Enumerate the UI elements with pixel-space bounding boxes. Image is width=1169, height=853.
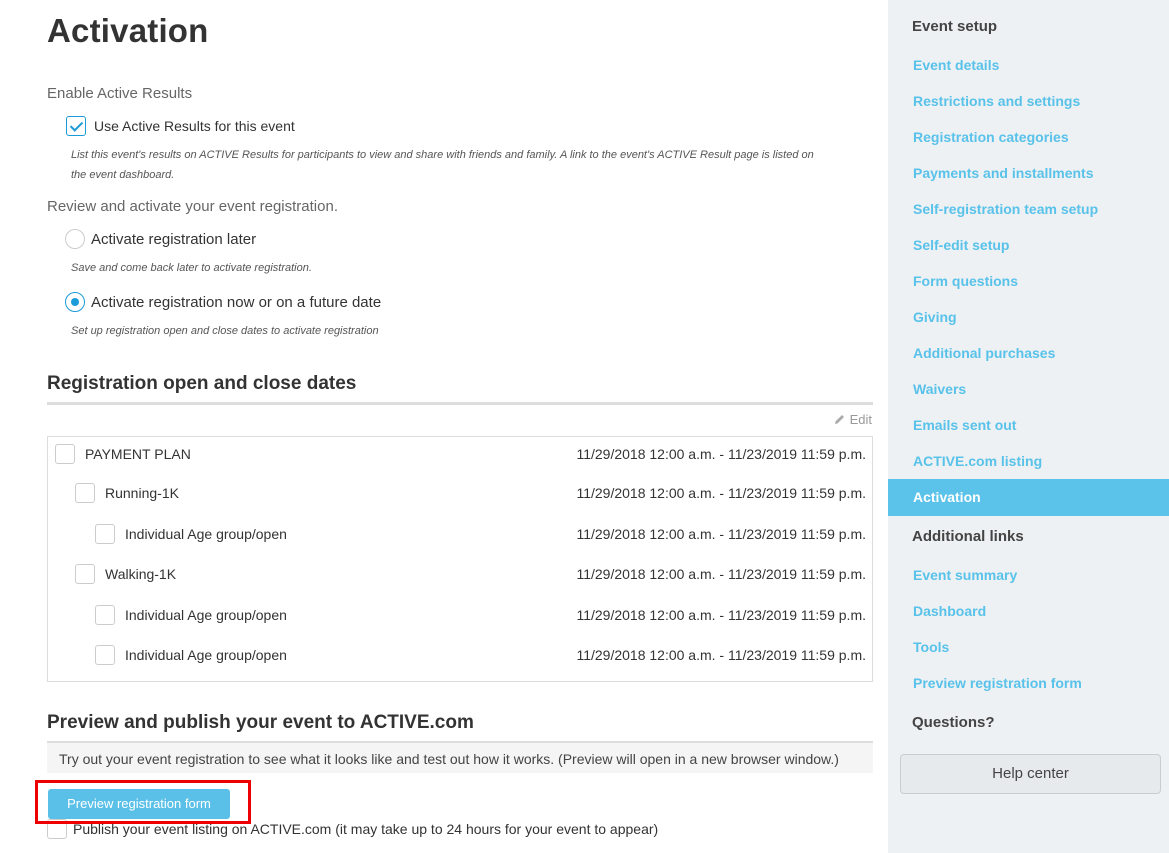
table-row: Individual Age group/open 11/29/2018 12:… <box>48 520 872 548</box>
radio-activate-now-label: Activate registration now or on a future… <box>91 293 382 311</box>
radio-activate-now-button[interactable] <box>65 292 85 312</box>
edit-label: Edit <box>849 412 872 427</box>
pencil-icon <box>834 415 844 424</box>
sidebar-item-restrictions[interactable]: Restrictions and settings <box>913 93 1080 109</box>
activate-now-help: Set up registration open and close dates… <box>71 325 379 337</box>
table-row: PAYMENT PLAN 11/29/2018 12:00 a.m. - 11/… <box>48 440 872 468</box>
sidebar-item-event-summary[interactable]: Event summary <box>913 567 1017 583</box>
row-date-range: 11/29/2018 12:00 a.m. - 11/23/2019 11:59… <box>576 526 866 542</box>
highlight-box <box>35 780 251 824</box>
dates-heading: Registration open and close dates <box>47 373 357 394</box>
row-checkbox[interactable] <box>75 483 95 503</box>
active-results-help-line-2: the event dashboard. <box>71 169 175 181</box>
sidebar-item-team-setup[interactable]: Self-registration team setup <box>913 201 1098 217</box>
row-date-range: 11/29/2018 12:00 a.m. - 11/23/2019 11:59… <box>576 647 866 663</box>
row-name: Individual Age group/open <box>125 647 287 663</box>
row-name: PAYMENT PLAN <box>85 446 191 462</box>
sidebar-item-dashboard[interactable]: Dashboard <box>913 603 986 619</box>
row-date-range: 11/29/2018 12:00 a.m. - 11/23/2019 11:59… <box>576 607 866 623</box>
sidebar-item-event-details[interactable]: Event details <box>913 57 999 73</box>
row-checkbox[interactable] <box>95 524 115 544</box>
sidebar-item-activation[interactable]: Activation <box>888 479 1169 516</box>
sidebar-heading-event-setup: Event setup <box>912 18 998 35</box>
help-center-button[interactable]: Help center <box>900 754 1161 794</box>
sidebar-item-waivers[interactable]: Waivers <box>913 381 966 397</box>
row-name: Individual Age group/open <box>125 607 287 623</box>
radio-activate-now[interactable]: Activate registration now or on a future… <box>65 292 381 312</box>
sidebar-item-emails[interactable]: Emails sent out <box>913 417 1016 433</box>
sidebar-item-registration-categories[interactable]: Registration categories <box>913 129 1069 145</box>
radio-activate-later-button[interactable] <box>65 229 85 249</box>
table-row: Running-1K 11/29/2018 12:00 a.m. - 11/23… <box>48 479 872 507</box>
edit-dates-link[interactable]: Edit <box>833 412 872 427</box>
sidebar-item-activation-label: Activation <box>913 489 981 505</box>
dates-divider <box>47 402 873 405</box>
table-row: Walking-1K 11/29/2018 12:00 a.m. - 11/23… <box>48 560 872 588</box>
publish-heading: Preview and publish your event to ACTIVE… <box>47 712 474 733</box>
sidebar-item-giving[interactable]: Giving <box>913 309 957 325</box>
active-results-option[interactable]: Use Active Results for this event <box>66 116 295 136</box>
preview-note: Try out your event registration to see w… <box>47 743 873 773</box>
sidebar-heading-additional-links: Additional links <box>912 528 1024 545</box>
row-checkbox[interactable] <box>95 605 115 625</box>
radio-activate-later-label: Activate registration later <box>91 230 257 248</box>
sidebar: Event setup Event details Restrictions a… <box>888 0 1169 853</box>
row-name: Individual Age group/open <box>125 526 287 542</box>
active-results-help-line-1: List this event's results on ACTIVE Resu… <box>71 149 814 161</box>
row-checkbox[interactable] <box>75 564 95 584</box>
row-date-range: 11/29/2018 12:00 a.m. - 11/23/2019 11:59… <box>576 566 866 582</box>
active-results-checkbox-label: Use Active Results for this event <box>94 118 295 134</box>
row-date-range: 11/29/2018 12:00 a.m. - 11/23/2019 11:59… <box>576 485 866 501</box>
sidebar-item-tools[interactable]: Tools <box>913 639 949 655</box>
active-results-section-label: Enable Active Results <box>47 85 193 102</box>
sidebar-item-form-questions[interactable]: Form questions <box>913 273 1018 289</box>
activation-section-label: Review and activate your event registrat… <box>47 198 338 215</box>
row-checkbox[interactable] <box>55 444 75 464</box>
main-content: Activation Enable Active Results Use Act… <box>0 0 888 853</box>
sidebar-item-payments[interactable]: Payments and installments <box>913 165 1094 181</box>
table-row: Individual Age group/open 11/29/2018 12:… <box>48 641 872 669</box>
row-checkbox[interactable] <box>95 645 115 665</box>
active-results-checkbox[interactable] <box>66 116 86 136</box>
sidebar-item-preview-form[interactable]: Preview registration form <box>913 675 1082 691</box>
page-title: Activation <box>47 12 209 49</box>
table-row: Individual Age group/open 11/29/2018 12:… <box>48 601 872 629</box>
activate-later-help: Save and come back later to activate reg… <box>71 262 312 274</box>
sidebar-item-self-edit[interactable]: Self-edit setup <box>913 237 1009 253</box>
radio-activate-later[interactable]: Activate registration later <box>65 229 256 249</box>
dates-table: PAYMENT PLAN 11/29/2018 12:00 a.m. - 11/… <box>47 436 873 682</box>
sidebar-item-active-listing[interactable]: ACTIVE.com listing <box>913 453 1042 469</box>
sidebar-heading-questions: Questions? <box>912 714 995 731</box>
row-name: Running-1K <box>105 485 179 501</box>
sidebar-item-additional-purchases[interactable]: Additional purchases <box>913 345 1055 361</box>
row-name: Walking-1K <box>105 566 177 582</box>
row-date-range: 11/29/2018 12:00 a.m. - 11/23/2019 11:59… <box>576 446 866 462</box>
active-results-help: List this event's results on ACTIVE Resu… <box>71 145 871 185</box>
